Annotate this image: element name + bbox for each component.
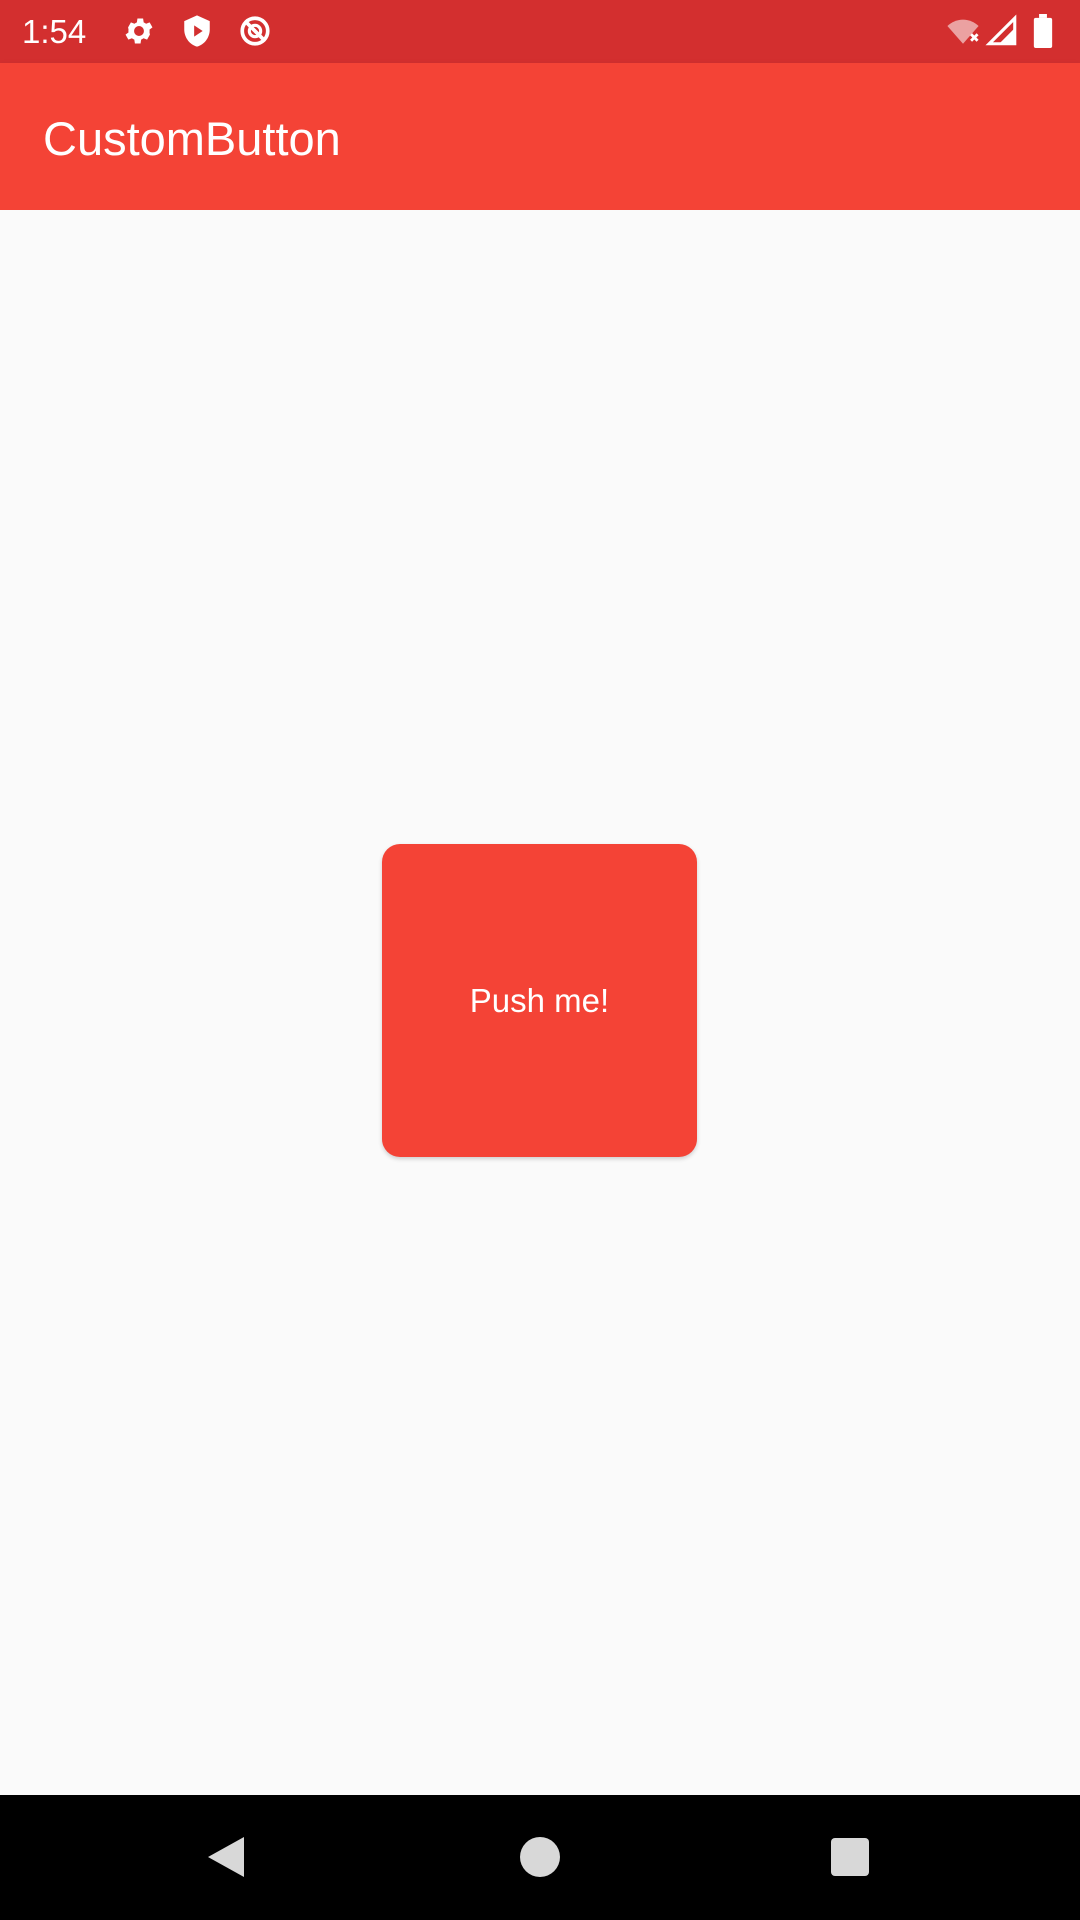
do-not-disturb-icon [238, 14, 272, 48]
main-content: Push me! [0, 210, 1080, 1795]
home-icon[interactable] [508, 1825, 572, 1889]
push-me-button[interactable]: Push me! [382, 844, 697, 1157]
status-time: 1:54 [22, 13, 87, 50]
recents-icon[interactable] [818, 1825, 882, 1889]
battery-icon [1030, 14, 1056, 48]
navigation-bar [0, 1795, 1080, 1920]
back-icon[interactable] [194, 1825, 258, 1889]
settings-gear-icon [122, 14, 156, 48]
push-me-button-label: Push me! [469, 981, 610, 1019]
app-bar: CustomButton [0, 63, 1080, 210]
app-title: CustomButton [43, 112, 341, 165]
wifi-no-connection-icon [946, 14, 980, 48]
shield-play-icon [180, 14, 214, 48]
status-bar: 1:54 [0, 0, 1080, 63]
cell-signal-icon [985, 14, 1019, 48]
screen: 1:54 CustomButton Push me! [0, 0, 1080, 1920]
